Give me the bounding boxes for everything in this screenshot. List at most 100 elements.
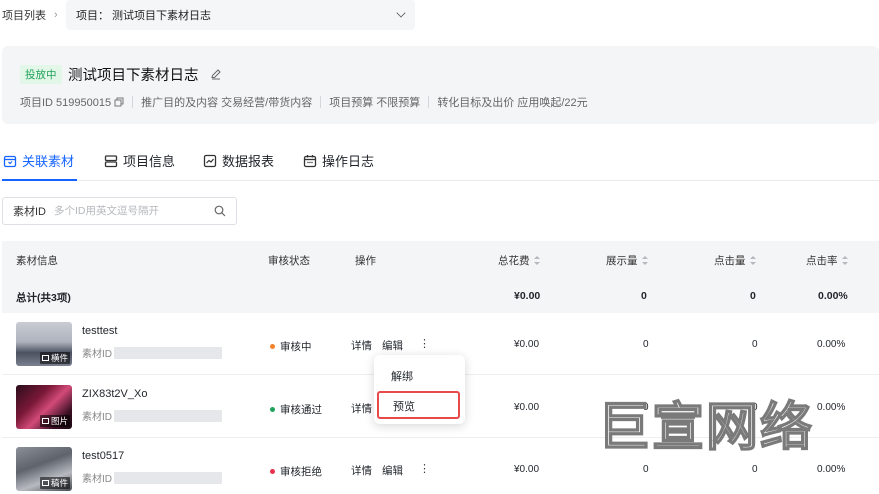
review-status: 审核中	[270, 339, 312, 354]
breadcrumb-project-list-link[interactable]: 项目列表	[0, 7, 46, 23]
sort-icon[interactable]	[749, 256, 756, 265]
cost-cell: ¥0.00	[514, 339, 540, 350]
divider	[132, 96, 134, 108]
details-link[interactable]: 详情	[351, 401, 372, 416]
status-badge: 投放中	[20, 65, 62, 84]
search-label: 素材ID	[13, 206, 46, 218]
sort-icon[interactable]	[841, 256, 848, 265]
header-label: 点击量	[714, 255, 746, 267]
total-impressions: 0	[641, 290, 647, 302]
chart-icon	[203, 154, 217, 167]
more-actions-icon[interactable]: ⋮	[419, 462, 430, 475]
tab-label: 数据报表	[222, 154, 275, 169]
video-icon	[41, 355, 49, 361]
menu-item-preview[interactable]: 预览	[377, 391, 460, 419]
column-header-review-status: 审核状态	[268, 255, 310, 267]
edit-link[interactable]: 编辑	[382, 463, 403, 478]
tab-label: 项目信息	[123, 154, 176, 169]
cost-cell: ¥0.00	[514, 402, 540, 413]
project-budget: 项目预算 不限预算	[329, 97, 421, 109]
thumbnail-type-tag: 稿件	[39, 477, 70, 489]
project-select-value: 项目： 测试项目下素材日志	[76, 10, 212, 22]
details-link[interactable]: 详情	[351, 338, 372, 353]
sort-icon[interactable]	[533, 256, 540, 265]
material-name: test0517	[82, 450, 125, 462]
tab-label: 关联素材	[22, 154, 75, 169]
divider	[428, 96, 430, 108]
tab-data-report[interactable]: 数据报表	[203, 151, 274, 170]
edit-link[interactable]: 编辑	[382, 338, 403, 353]
material-name: ZIX83t2V_Xo	[82, 388, 148, 400]
clicks-cell: 0	[752, 464, 758, 475]
more-actions-icon[interactable]: ⋮	[419, 337, 430, 350]
material-id-search: 素材ID	[2, 197, 237, 225]
conversion-goal: 转化目标及出价 应用唤起/22元	[437, 97, 588, 109]
material-thumbnail[interactable]: 图片	[16, 385, 72, 429]
project-meta: 项目ID 519950015 推广目的及内容 交易经营/带货内容 项目预算 不限…	[20, 94, 588, 110]
page-title: 测试项目下素材日志	[68, 68, 199, 84]
tab-project-info[interactable]: 项目信息	[104, 151, 175, 170]
active-tab-indicator	[2, 179, 77, 181]
material-name: testtest	[82, 325, 118, 337]
material-id: 素材ID	[82, 408, 222, 423]
column-header-impressions[interactable]: 展示量	[606, 253, 648, 268]
total-ctr: 0.00%	[818, 290, 848, 302]
clicks-cell: 0	[752, 339, 758, 350]
info-icon	[104, 154, 118, 167]
project-select[interactable]: 项目： 测试项目下素材日志	[66, 0, 415, 30]
sort-icon[interactable]	[641, 256, 648, 265]
details-link[interactable]: 详情	[351, 463, 372, 478]
calendar-icon	[303, 154, 317, 167]
menu-item-unbind[interactable]: 解绑	[374, 361, 465, 389]
impressions-cell: 0	[643, 339, 649, 350]
total-cost: ¥0.00	[514, 290, 541, 302]
divider	[320, 96, 322, 108]
header-label: 点击率	[806, 255, 838, 267]
cost-cell: ¥0.00	[514, 464, 540, 475]
search-input[interactable]	[54, 205, 204, 217]
status-dot	[270, 407, 275, 412]
edit-icon[interactable]	[210, 68, 222, 80]
table-header: 素材信息 审核状态 操作 总花费 展示量 点击量 点击率	[2, 241, 879, 277]
material-id-label: 素材ID	[82, 412, 112, 423]
review-status: 审核通过	[270, 402, 322, 417]
video-icon	[41, 480, 49, 486]
material-thumbnail[interactable]: 稿件	[16, 447, 72, 491]
image-icon	[41, 418, 49, 424]
more-actions-dropdown: 解绑 预览	[374, 355, 465, 424]
total-label: 总计(共3项)	[16, 292, 71, 304]
material-id-label: 素材ID	[82, 474, 112, 485]
tab-linked-materials[interactable]: 关联素材	[3, 151, 74, 170]
material-id: 素材ID	[82, 345, 222, 360]
column-header-clicks[interactable]: 点击量	[714, 253, 756, 268]
material-id-redacted	[114, 471, 222, 484]
material-id-redacted	[114, 409, 222, 422]
watermark-logo: 巨宣网络	[598, 397, 813, 457]
ctr-cell: 0.00%	[817, 339, 846, 350]
thumbnail-type-label: 图片	[50, 416, 68, 426]
material-thumbnail[interactable]: 横件	[16, 322, 72, 366]
thumbnail-type-tag: 图片	[39, 415, 70, 427]
status-dot	[270, 469, 275, 474]
status-label: 审核拒绝	[280, 466, 322, 478]
tab-operation-log[interactable]: 操作日志	[303, 151, 374, 170]
thumbnail-type-label: 稿件	[50, 478, 68, 488]
column-header-total-cost[interactable]: 总花费	[498, 253, 540, 268]
column-header-operation: 操作	[355, 255, 376, 267]
search-icon[interactable]	[214, 205, 226, 217]
copy-icon[interactable]	[114, 97, 124, 107]
tab-label: 操作日志	[322, 154, 375, 169]
header-label: 总花费	[498, 255, 530, 267]
material-id-label: 素材ID	[82, 349, 112, 360]
material-id-redacted	[114, 346, 222, 359]
column-header-material-info: 素材信息	[16, 255, 58, 267]
status-label: 审核通过	[280, 404, 322, 416]
status-label: 审核中	[280, 341, 312, 353]
tab-bar: 关联素材 项目信息 数据报表 操作日志	[0, 144, 879, 181]
chevron-down-icon	[396, 8, 406, 18]
table-total-row: 总计(共3项) ¥0.00 0 0 0.00%	[2, 277, 879, 313]
review-status: 审核拒绝	[270, 464, 322, 479]
promotion-purpose: 推广目的及内容 交易经营/带货内容	[141, 97, 313, 109]
impressions-cell: 0	[643, 464, 649, 475]
column-header-ctr[interactable]: 点击率	[806, 253, 848, 268]
